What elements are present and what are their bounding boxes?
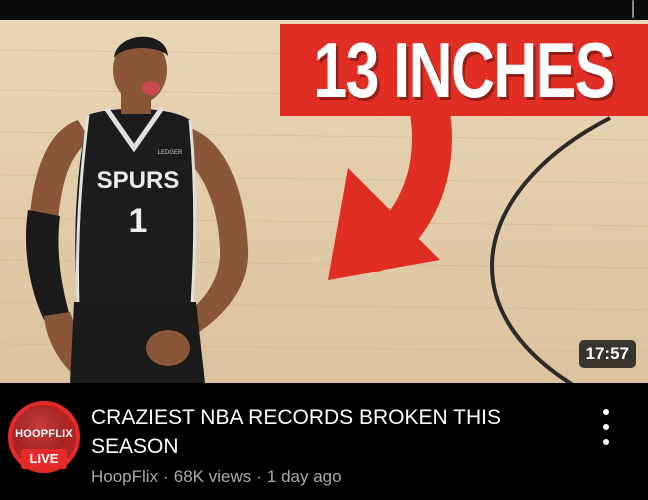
upload-age: 1 day ago xyxy=(266,467,342,486)
meta-separator: · xyxy=(163,467,169,486)
view-count: 68K views xyxy=(173,467,252,486)
kebab-dot xyxy=(603,439,609,445)
more-vert-icon[interactable] xyxy=(594,409,618,445)
channel-avatar[interactable]: HOOPFLIX LIVE xyxy=(8,401,80,473)
jersey-patch-text: LEDGER xyxy=(158,150,183,156)
live-badge: LIVE xyxy=(21,449,67,469)
video-duration-badge: 17:57 xyxy=(578,340,636,368)
kebab-dot xyxy=(603,424,609,430)
top-strip xyxy=(0,0,648,20)
banner-text: 13 INCHES xyxy=(313,25,616,114)
meta-separator: · xyxy=(256,467,262,486)
video-info-row: HOOPFLIX LIVE CRAZIEST NBA RECORDS BROKE… xyxy=(0,383,648,500)
scroll-indicator xyxy=(632,0,634,18)
avatar-channel-text: HOOPFLIX xyxy=(15,428,73,440)
jersey-number-text: 1 xyxy=(129,202,148,240)
video-title[interactable]: CRAZIEST NBA RECORDS BROKEN THIS SEASON xyxy=(91,403,571,461)
jersey-team-text: SPURS xyxy=(97,167,180,194)
kebab-dot xyxy=(603,409,609,415)
thumbnail-banner: 13 INCHES xyxy=(280,24,648,116)
video-meta: HoopFlix · 68K views · 1 day ago xyxy=(91,467,342,487)
channel-name[interactable]: HoopFlix xyxy=(91,467,158,486)
video-thumbnail[interactable]: SPURS 1 LEDGER 13 INCHES 17:57 xyxy=(0,20,648,383)
